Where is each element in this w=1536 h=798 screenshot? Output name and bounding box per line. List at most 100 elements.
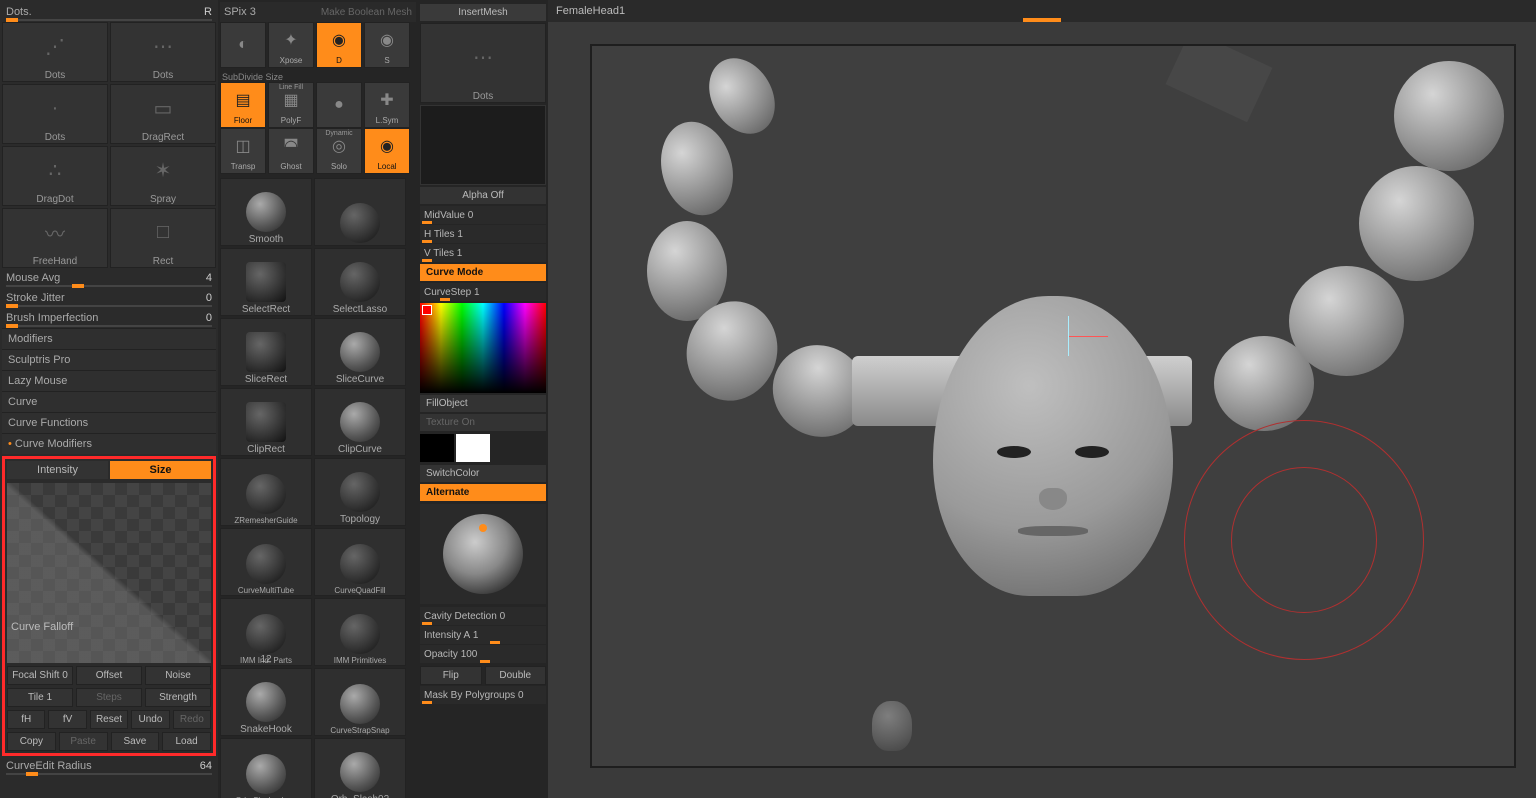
- section-curvefunctions[interactable]: Curve Functions: [2, 412, 216, 433]
- stroke-dots-1[interactable]: ⋰Dots: [2, 22, 108, 82]
- stroke-rect[interactable]: □Rect: [110, 208, 216, 268]
- section-modifiers[interactable]: Modifiers: [2, 328, 216, 349]
- tab-intensity[interactable]: Intensity: [7, 461, 108, 479]
- draw-icon[interactable]: ◉D: [316, 22, 362, 68]
- brush-orbslashclean[interactable]: Orb_Slash_clean: [220, 738, 312, 798]
- fh-btn[interactable]: fH: [7, 710, 45, 729]
- color-picker[interactable]: [420, 303, 546, 393]
- strength-btn[interactable]: Strength: [145, 688, 211, 707]
- curve-falloff-graph[interactable]: Curve Falloff: [7, 483, 211, 663]
- paste-btn[interactable]: Paste: [59, 732, 108, 751]
- brush-topology[interactable]: Topology: [314, 458, 406, 526]
- noise-btn[interactable]: Noise: [145, 666, 211, 685]
- brush-imperfection-slider[interactable]: Brush Imperfection0: [2, 308, 216, 328]
- mouse-avg-slider[interactable]: Mouse Avg4: [2, 268, 216, 288]
- brush-slicecurve[interactable]: SliceCurve: [314, 318, 406, 386]
- curvestep-slider[interactable]: CurveStep 1: [420, 283, 546, 301]
- smoothmode-icon[interactable]: ◉S: [364, 22, 410, 68]
- reset-btn[interactable]: Reset: [90, 710, 128, 729]
- brush-selectrect[interactable]: SelectRect: [220, 248, 312, 316]
- local-icon[interactable]: ◉Local: [364, 128, 410, 174]
- flip-btn[interactable]: Flip: [420, 666, 482, 685]
- brush-empty[interactable]: [314, 178, 406, 246]
- curveedit-radius-slider[interactable]: CurveEdit Radius64: [2, 756, 216, 776]
- load-btn[interactable]: Load: [162, 732, 211, 751]
- vtiles-slider[interactable]: V Tiles 1: [420, 244, 546, 262]
- material-preview[interactable]: [420, 504, 546, 604]
- section-curve[interactable]: Curve: [2, 391, 216, 412]
- transp-icon[interactable]: ◫Transp: [220, 128, 266, 174]
- intensitya-slider[interactable]: Intensity A 1: [420, 626, 546, 644]
- stroke-header[interactable]: Dots. R: [2, 2, 216, 22]
- boolean-icon[interactable]: ◐: [220, 22, 266, 68]
- offset-btn[interactable]: Offset: [76, 666, 142, 685]
- tab-size[interactable]: Size: [110, 461, 211, 479]
- brush-slicerect[interactable]: SliceRect: [220, 318, 312, 386]
- brush-snakehook[interactable]: SnakeHook: [220, 668, 312, 736]
- focal-shift[interactable]: Focal Shift 0: [7, 666, 73, 685]
- swatch-black[interactable]: [420, 434, 454, 462]
- history-progress[interactable]: [1023, 18, 1061, 22]
- brush-clipcurve[interactable]: ClipCurve: [314, 388, 406, 456]
- insertmesh-btn[interactable]: InsertMesh: [420, 4, 546, 21]
- brush-imm-parts[interactable]: 12IMM Ind. Parts: [220, 598, 312, 666]
- fillobject-btn[interactable]: FillObject: [420, 395, 546, 412]
- alternate-btn[interactable]: Alternate: [420, 484, 546, 501]
- dots-preview[interactable]: ⋯Dots: [420, 23, 546, 103]
- alpha-well[interactable]: [420, 105, 546, 185]
- spix-slider[interactable]: SPix 3 Make Boolean Mesh: [220, 2, 416, 22]
- undo-btn[interactable]: Undo: [131, 710, 169, 729]
- fv-btn[interactable]: fV: [48, 710, 86, 729]
- brush-curvemultitube[interactable]: CurveMultiTube: [220, 528, 312, 596]
- swatch-white[interactable]: [456, 434, 490, 462]
- stroke-label: Dots: [45, 70, 66, 81]
- head-mesh: [903, 296, 1203, 676]
- midvalue-slider[interactable]: MidValue 0: [420, 206, 546, 224]
- section-sculptris[interactable]: Sculptris Pro: [2, 349, 216, 370]
- viewport[interactable]: [590, 44, 1516, 768]
- stroke-label: FreeHand: [33, 256, 77, 267]
- stroke-dots-3[interactable]: ·Dots: [2, 84, 108, 144]
- copy-btn[interactable]: Copy: [7, 732, 56, 751]
- brush-imm-primitives[interactable]: IMM Primitives: [314, 598, 406, 666]
- redo-btn[interactable]: Redo: [173, 710, 211, 729]
- brush-orbslash02[interactable]: Orb_Slash02: [314, 738, 406, 798]
- sphere-toggle-icon[interactable]: ●: [316, 82, 362, 128]
- solo-icon[interactable]: Dynamic◎Solo: [316, 128, 362, 174]
- brush-selectlasso[interactable]: SelectLasso: [314, 248, 406, 316]
- stroke-spray[interactable]: ✶Spray: [110, 146, 216, 206]
- canvas-header: FemaleHead1: [548, 0, 1536, 22]
- double-btn[interactable]: Double: [485, 666, 547, 685]
- stroke-jitter-slider[interactable]: Stroke Jitter0: [2, 288, 216, 308]
- section-curvemodifiers[interactable]: Curve Modifiers: [2, 433, 216, 454]
- curvemode-btn[interactable]: Curve Mode: [420, 264, 546, 281]
- brush-curvequadfill[interactable]: CurveQuadFill: [314, 528, 406, 596]
- brush-smooth[interactable]: Smooth: [220, 178, 312, 246]
- bead-r4: [1394, 61, 1504, 171]
- xpose-icon[interactable]: ✦Xpose: [268, 22, 314, 68]
- steps-btn[interactable]: Steps: [76, 688, 142, 707]
- falloff-label: Curve Falloff: [11, 621, 73, 633]
- stroke-dragrect[interactable]: ▭DragRect: [110, 84, 216, 144]
- brush-cliprect[interactable]: ClipRect: [220, 388, 312, 456]
- brush-curvestrapsnap[interactable]: CurveStrapSnap: [314, 668, 406, 736]
- stroke-freehand[interactable]: 〰FreeHand: [2, 208, 108, 268]
- floor-icon[interactable]: ▤Floor: [220, 82, 266, 128]
- ghost-icon[interactable]: ◚Ghost: [268, 128, 314, 174]
- textureon-btn[interactable]: Texture On: [420, 414, 546, 431]
- switchcolor-btn[interactable]: SwitchColor: [420, 465, 546, 482]
- htiles-slider[interactable]: H Tiles 1: [420, 225, 546, 243]
- stroke-dots-2[interactable]: ⋯Dots: [110, 22, 216, 82]
- lsym-icon[interactable]: ✚L.Sym: [364, 82, 410, 128]
- save-btn[interactable]: Save: [111, 732, 160, 751]
- stroke-grid: ⋰Dots ⋯Dots ·Dots ▭DragRect ∴DragDot ✶Sp…: [2, 22, 216, 268]
- maskpoly-slider[interactable]: Mask By Polygroups 0: [420, 686, 546, 704]
- brush-zremesher[interactable]: ZRemesherGuide: [220, 458, 312, 526]
- cavity-slider[interactable]: Cavity Detection 0: [420, 607, 546, 625]
- alphaoff-btn[interactable]: Alpha Off: [420, 187, 546, 204]
- stroke-dragdot[interactable]: ∴DragDot: [2, 146, 108, 206]
- tile-btn[interactable]: Tile 1: [7, 688, 73, 707]
- polyf-icon[interactable]: Line Fill▦PolyF: [268, 82, 314, 128]
- opacity-slider[interactable]: Opacity 100: [420, 645, 546, 663]
- section-lazymouse[interactable]: Lazy Mouse: [2, 370, 216, 391]
